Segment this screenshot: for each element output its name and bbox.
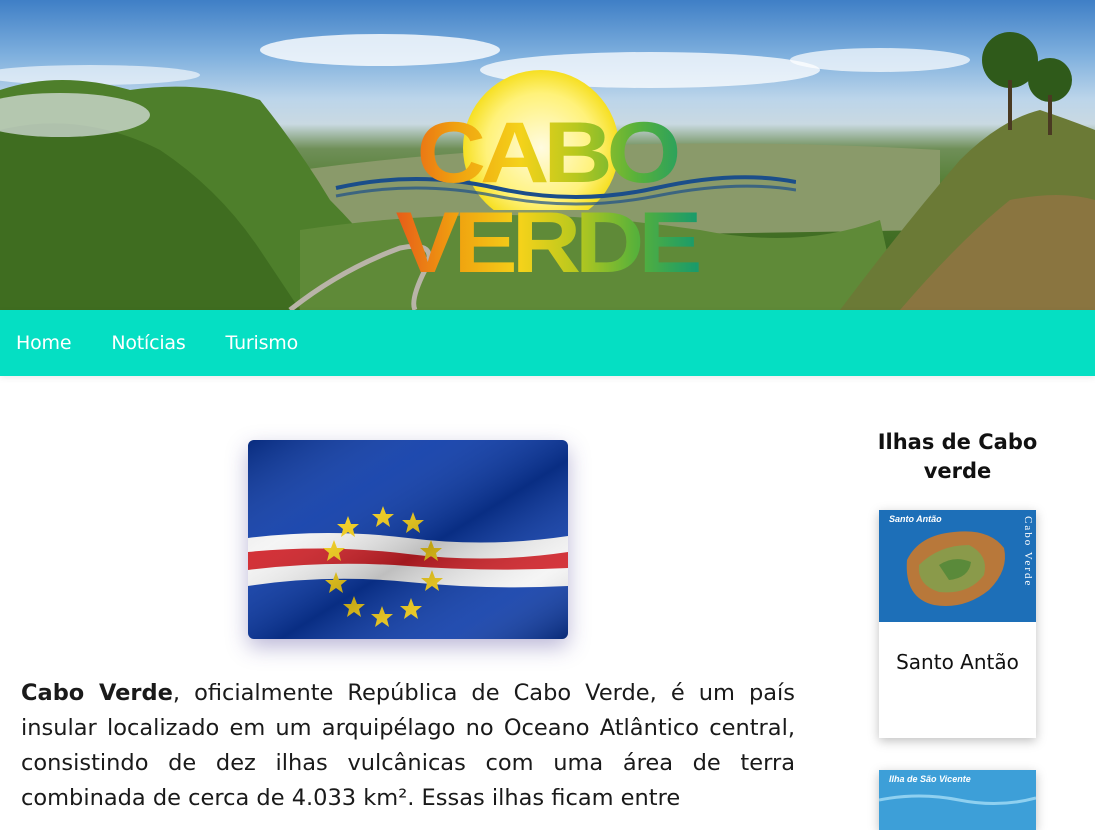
article-paragraph: Cabo Verde, oficialmente República de Ca… xyxy=(21,676,795,816)
nav-item-home[interactable]: Home xyxy=(16,332,72,354)
map-title: Ilha de São Vicente xyxy=(889,774,971,784)
main-content: Cabo Verde, oficialmente República de Ca… xyxy=(0,376,820,811)
map-side-label: Cabo Verde xyxy=(1022,516,1034,588)
site-logo[interactable]: CABO VERDE xyxy=(296,70,796,288)
logo-text: CABO VERDE xyxy=(296,108,796,288)
island-card-label: Santo Antão xyxy=(896,650,1019,674)
main-nav: Home Notícias Turismo xyxy=(0,310,1095,376)
flag-icon xyxy=(248,440,568,639)
nav-item-noticias[interactable]: Notícias xyxy=(111,332,185,354)
cape-verde-flag-image xyxy=(248,440,568,639)
island-map-icon xyxy=(879,510,1036,622)
nav-item-turismo[interactable]: Turismo xyxy=(226,332,299,354)
article-bold-title: Cabo Verde xyxy=(21,680,173,706)
header-banner: CABO VERDE xyxy=(0,0,1095,310)
sidebar-title: Ilhas de Cabo verde xyxy=(877,430,1038,483)
island-card-sao-vicente[interactable]: Ilha de São Vicente xyxy=(879,770,1036,830)
sao-vicente-map-image: Ilha de São Vicente xyxy=(879,770,1036,830)
sidebar: Ilhas de Cabo verde Santo Antão Cabo Ver… xyxy=(820,376,1095,830)
map-title: Santo Antão xyxy=(889,514,942,524)
island-card-santo-antao[interactable]: Santo Antão Cabo Verde Santo Antão xyxy=(879,510,1036,738)
santo-antao-map-image: Santo Antão Cabo Verde xyxy=(879,510,1036,622)
